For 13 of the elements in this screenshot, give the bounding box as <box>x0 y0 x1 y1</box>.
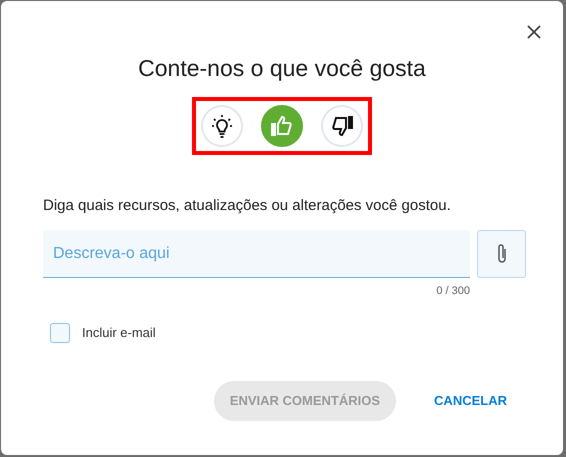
checkbox-label: Incluir e-mail <box>82 324 156 342</box>
lightbulb-icon <box>210 114 234 138</box>
character-counter: 0 / 300 <box>435 284 470 300</box>
attach-button[interactable] <box>477 230 526 278</box>
thumbs-down-icon <box>330 114 354 138</box>
thumbs-up-icon <box>270 114 294 138</box>
prompt-text: Diga quais recursos, atualizações ou alterações você gostou. <box>43 196 452 216</box>
close-button[interactable] <box>525 23 543 41</box>
cancel-button[interactable]: CANCELAR <box>418 382 523 418</box>
paperclip-icon <box>496 243 508 266</box>
comment-field[interactable]: Descreva-o aqui <box>43 230 470 278</box>
email-checkbox[interactable] <box>50 322 70 343</box>
dialog-title: Conte-nos o que você gosta <box>138 55 426 83</box>
